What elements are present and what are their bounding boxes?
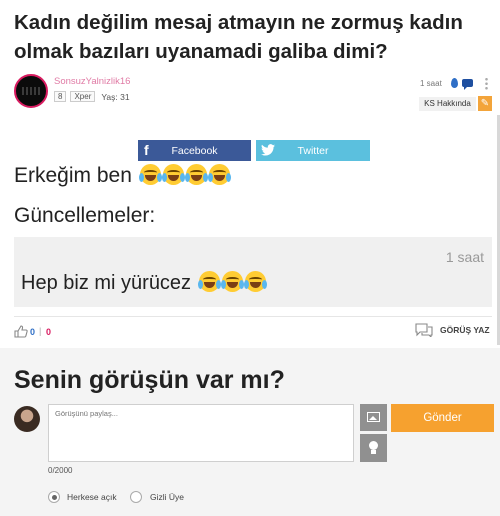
radio-public[interactable]	[48, 491, 60, 503]
author-badge: Xper	[70, 91, 96, 102]
twitter-label: Twitter	[297, 145, 329, 157]
update-time: 1 saat	[445, 249, 484, 265]
radio-anonymous-label[interactable]: Gizli Üye	[150, 492, 184, 502]
user-avatar	[14, 406, 40, 432]
thumbs-up-icon[interactable]	[14, 325, 28, 338]
post-time: 1 saat	[420, 79, 442, 88]
laughing-emoji-icon	[197, 271, 221, 292]
updates-heading: Güncellemeler:	[14, 204, 156, 227]
char-counter: 0/2000	[48, 466, 73, 475]
laughing-emoji-icon	[161, 164, 185, 185]
radio-public-label[interactable]: Herkese açık	[67, 492, 117, 502]
facebook-label: Facebook	[171, 145, 218, 157]
update-item: 1 saat Hep biz mi yürücez	[14, 237, 492, 307]
question-title: Kadın değilim mesaj atmayın ne zormuş ka…	[14, 11, 463, 63]
edit-icon[interactable]: ✎	[478, 96, 492, 111]
like-count: 0	[30, 327, 36, 337]
comment-icon[interactable]	[415, 323, 433, 337]
update-text: Hep biz mi yürücez	[21, 272, 192, 294]
divider	[14, 316, 492, 317]
dislike-count: 0	[46, 327, 52, 337]
author-username[interactable]: SonsuzYalnizlik16	[54, 76, 130, 87]
opinion-input[interactable]	[48, 404, 354, 462]
author-age: Yaş: 31	[101, 91, 130, 102]
laughing-emoji-icon	[243, 271, 267, 292]
send-button[interactable]: Gönder	[391, 404, 494, 432]
facebook-share-button[interactable]: f Facebook	[138, 140, 251, 161]
reaction-separator: |	[39, 326, 42, 336]
author-level: 8	[54, 91, 67, 102]
drop-icon[interactable]	[451, 78, 458, 88]
laughing-emoji-icon	[220, 271, 244, 292]
tip-button[interactable]	[360, 434, 387, 462]
lightbulb-icon	[369, 441, 378, 454]
more-options-icon[interactable]	[485, 77, 488, 90]
author-meta: 8 Xper Yaş: 31	[54, 91, 130, 102]
question-body-text: Erkeğim ben	[14, 164, 132, 187]
ks-about-button[interactable]: KS Hakkında	[419, 97, 476, 111]
laughing-emoji-icon	[138, 164, 162, 185]
twitter-share-button[interactable]: Twitter	[256, 140, 370, 161]
write-opinion-button[interactable]: GÖRÜŞ YAZ	[440, 325, 490, 335]
laughing-emoji-icon	[184, 164, 208, 185]
chat-icon[interactable]	[462, 79, 473, 90]
opinion-heading: Senin görüşün var mı?	[14, 366, 285, 394]
image-icon	[367, 412, 380, 422]
laughing-emoji-icon	[207, 164, 231, 185]
add-image-button[interactable]	[360, 404, 387, 431]
author-avatar[interactable]	[14, 74, 48, 108]
radio-anonymous[interactable]	[130, 491, 142, 503]
update-text-row: Hep biz mi yürücez	[21, 271, 267, 295]
question-body: Erkeğim ben	[14, 164, 231, 188]
